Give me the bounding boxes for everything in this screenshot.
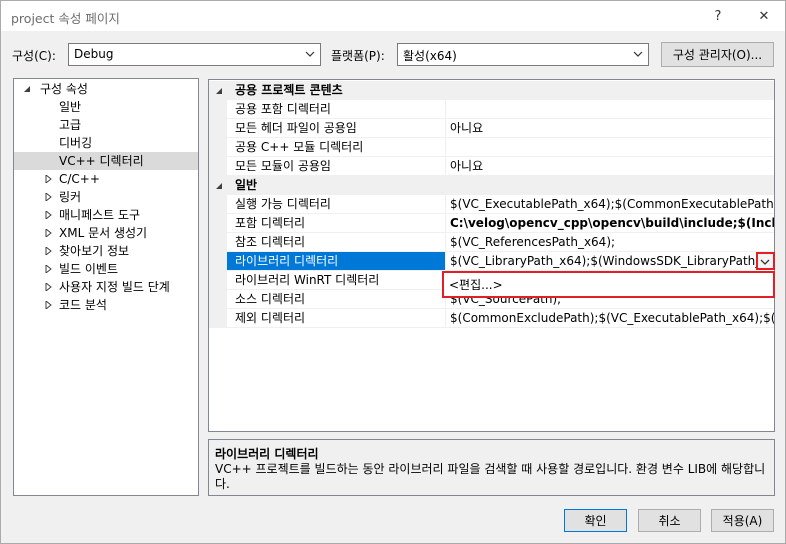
property-row[interactable]: 모든 헤더 파일이 공용임 아니요 bbox=[209, 119, 774, 138]
collapsed-triangle-icon bbox=[45, 247, 52, 255]
chevron-down-icon bbox=[760, 259, 770, 265]
tree-item-custom-build-step[interactable]: 사용자 지정 빌드 단계 bbox=[14, 278, 198, 296]
tree-item-browse-info[interactable]: 찾아보기 정보 bbox=[14, 242, 198, 260]
property-row-reference-dirs[interactable]: 참조 디렉터리 $(VC_ReferencesPath_x64); bbox=[209, 233, 774, 252]
collapsed-triangle-icon bbox=[45, 301, 52, 309]
tree-item-xml-doc-generator[interactable]: XML 문서 생성기 bbox=[14, 224, 198, 242]
library-dirs-dropdown-button[interactable] bbox=[756, 252, 775, 270]
collapsed-triangle-icon bbox=[45, 265, 52, 273]
property-row[interactable]: 공용 포함 디렉터리 bbox=[209, 100, 774, 119]
cancel-button[interactable]: 취소 bbox=[638, 509, 701, 532]
tree-item-code-analysis[interactable]: 코드 분석 bbox=[14, 296, 198, 314]
close-button[interactable]: ✕ bbox=[753, 5, 775, 27]
config-combo[interactable]: Debug bbox=[68, 43, 321, 66]
property-row-include-dirs[interactable]: 포함 디렉터리 C:\velog\opencv_cpp\opencv\build… bbox=[209, 214, 774, 233]
platform-value: 활성(x64) bbox=[403, 49, 457, 63]
chevron-down-icon bbox=[633, 51, 643, 57]
tree-item-build-events[interactable]: 빌드 이벤트 bbox=[14, 260, 198, 278]
expanded-triangle-icon bbox=[216, 183, 222, 189]
category-shared-project-content[interactable]: 공용 프로젝트 콘텐츠 bbox=[209, 81, 774, 100]
platform-combo[interactable]: 활성(x64) bbox=[397, 43, 649, 66]
title-bar: project 속성 페이지 ? ✕ bbox=[1, 1, 785, 31]
description-text: VC++ 프로젝트를 빌드하는 동안 라이브러리 파일을 검색할 때 사용할 경… bbox=[215, 462, 766, 491]
description-pane: 라이브러리 디렉터리 VC++ 프로젝트를 빌드하는 동안 라이브러리 파일을 … bbox=[208, 439, 775, 496]
property-row-library-dirs[interactable]: 라이브러리 디렉터리 $(VC_LibraryPath_x64);$(Windo… bbox=[209, 252, 774, 271]
tree-item-vc-directories[interactable]: VC++ 디렉터리 bbox=[14, 152, 198, 170]
ok-button[interactable]: 확인 bbox=[564, 509, 627, 532]
description-title: 라이브러리 디렉터리 bbox=[215, 447, 319, 461]
apply-button[interactable]: 적용(A) bbox=[711, 509, 774, 532]
config-label: 구성(C): bbox=[12, 49, 56, 63]
tree-item-manifest-tool[interactable]: 매니페스트 도구 bbox=[14, 206, 198, 224]
property-row[interactable]: 공용 C++ 모듈 디렉터리 bbox=[209, 138, 774, 157]
tree-item-debugging[interactable]: 디버깅 bbox=[14, 134, 198, 152]
tree-item-general[interactable]: 일반 bbox=[14, 98, 198, 116]
expanded-triangle-icon bbox=[216, 88, 222, 94]
window-title: project 속성 페이지 bbox=[11, 11, 120, 26]
config-value: Debug bbox=[74, 47, 114, 61]
property-grid: 공용 프로젝트 콘텐츠 공용 포함 디렉터리 모든 헤더 파일이 공용임 아니요… bbox=[208, 79, 775, 432]
tree-item-cpp[interactable]: C/C++ bbox=[14, 170, 198, 188]
expanded-triangle-icon bbox=[24, 86, 30, 92]
property-pages-window: project 속성 페이지 ? ✕ 구성(C): Debug 플랫폼(P): … bbox=[0, 0, 786, 544]
tree-root-config-properties[interactable]: 구성 속성 bbox=[14, 80, 198, 98]
tree-item-linker[interactable]: 링커 bbox=[14, 188, 198, 206]
tree-item-advanced[interactable]: 고급 bbox=[14, 116, 198, 134]
collapsed-triangle-icon bbox=[45, 175, 52, 183]
library-dirs-dropdown-list: <편집...> bbox=[442, 271, 775, 298]
platform-label: 플랫폼(P): bbox=[331, 49, 385, 63]
category-tree: 구성 속성 일반 고급 디버깅 VC++ 디렉터리 C/C++ 링커 매니페스트… bbox=[13, 78, 199, 496]
help-button[interactable]: ? bbox=[707, 5, 729, 27]
property-row[interactable]: 모든 모듈이 공용임 아니요 bbox=[209, 157, 774, 176]
config-manager-button[interactable]: 구성 관리자(O)... bbox=[661, 42, 774, 67]
chevron-down-icon bbox=[305, 51, 315, 57]
help-icon: ? bbox=[714, 8, 722, 24]
collapsed-triangle-icon bbox=[45, 211, 52, 219]
collapsed-triangle-icon bbox=[45, 193, 52, 201]
collapsed-triangle-icon bbox=[45, 229, 52, 237]
property-row-executable-dirs[interactable]: 실행 가능 디렉터리 $(VC_ExecutablePath_x64);$(Co… bbox=[209, 195, 774, 214]
property-row-exclude-dirs[interactable]: 제외 디렉터리 $(CommonExcludePath);$(VC_Execut… bbox=[209, 309, 774, 328]
close-icon: ✕ bbox=[758, 8, 770, 24]
collapsed-triangle-icon bbox=[45, 283, 52, 291]
category-general[interactable]: 일반 bbox=[209, 176, 774, 195]
edit-option[interactable]: <편집...> bbox=[449, 276, 503, 293]
